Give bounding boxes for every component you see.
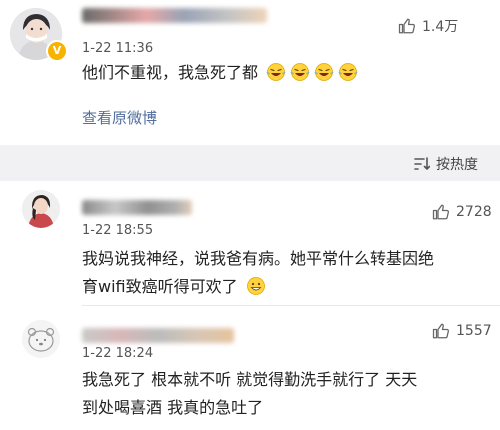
divider bbox=[82, 305, 500, 306]
avatar[interactable] bbox=[22, 190, 60, 228]
thumbs-up-icon bbox=[432, 204, 450, 220]
comment-text-line: 我急死了 根本就不听 就觉得勤洗手就行了 天天 bbox=[82, 370, 418, 389]
laughing-crying-emoji bbox=[338, 63, 358, 81]
comment-text: 他们不重视，我急死了都 bbox=[82, 59, 359, 87]
comment-text-line: 育wifi致癌听得可欢了 bbox=[82, 277, 238, 296]
emoji-row bbox=[263, 63, 359, 82]
comment-text: 我妈说我神经，说我爸有病。她平常什么转基因绝 育wifi致癌听得可欢了 bbox=[82, 245, 434, 301]
like-button[interactable]: 1557 bbox=[432, 322, 492, 340]
avatar-image bbox=[22, 320, 60, 358]
comment-timestamp: 1-22 18:24 bbox=[82, 346, 154, 361]
like-count: 1557 bbox=[456, 323, 492, 339]
username-blurred[interactable] bbox=[82, 8, 267, 23]
grin-emoji bbox=[246, 277, 265, 295]
verified-badge: V bbox=[46, 40, 68, 62]
like-count: 2728 bbox=[456, 204, 492, 220]
laughing-crying-emoji bbox=[290, 63, 310, 81]
like-button[interactable]: 2728 bbox=[432, 203, 492, 221]
laughing-crying-emoji bbox=[314, 63, 334, 81]
thumbs-up-icon bbox=[398, 18, 416, 34]
sort-icon bbox=[414, 157, 430, 170]
comment-text-line: 我妈说我神经，说我爸有病。她平常什么转基因绝 bbox=[82, 249, 435, 268]
comment-text-content: 他们不重视，我急死了都 bbox=[82, 63, 259, 82]
comment-timestamp: 1-22 18:55 bbox=[82, 223, 154, 238]
laughing-crying-emoji bbox=[266, 63, 286, 81]
like-button[interactable]: 1.4万 bbox=[398, 16, 458, 36]
view-original-link[interactable]: 查看原微博 bbox=[82, 107, 157, 128]
comment-card-1: V 1-22 11:36 他们不重视，我急死了都 1.4万 查看原微博 bbox=[0, 0, 500, 145]
comment-timestamp: 1-22 11:36 bbox=[82, 41, 154, 56]
avatar[interactable] bbox=[22, 320, 60, 358]
like-count: 1.4万 bbox=[422, 19, 459, 35]
comment-text: 我急死了 根本就不听 就觉得勤洗手就行了 天天 到处喝喜酒 我真的急吐了 bbox=[82, 366, 417, 422]
comment-text-line: 到处喝喜酒 我真的急吐了 bbox=[82, 398, 264, 417]
username-blurred[interactable] bbox=[82, 328, 234, 343]
thumbs-up-icon bbox=[432, 323, 450, 339]
sort-label: 按热度 bbox=[436, 157, 478, 173]
sort-control[interactable]: 按热度 bbox=[414, 154, 478, 174]
username-blurred[interactable] bbox=[82, 200, 192, 215]
avatar-image bbox=[22, 190, 60, 228]
comment-text-line-2: 育wifi致癌听得可欢了 bbox=[82, 273, 434, 301]
